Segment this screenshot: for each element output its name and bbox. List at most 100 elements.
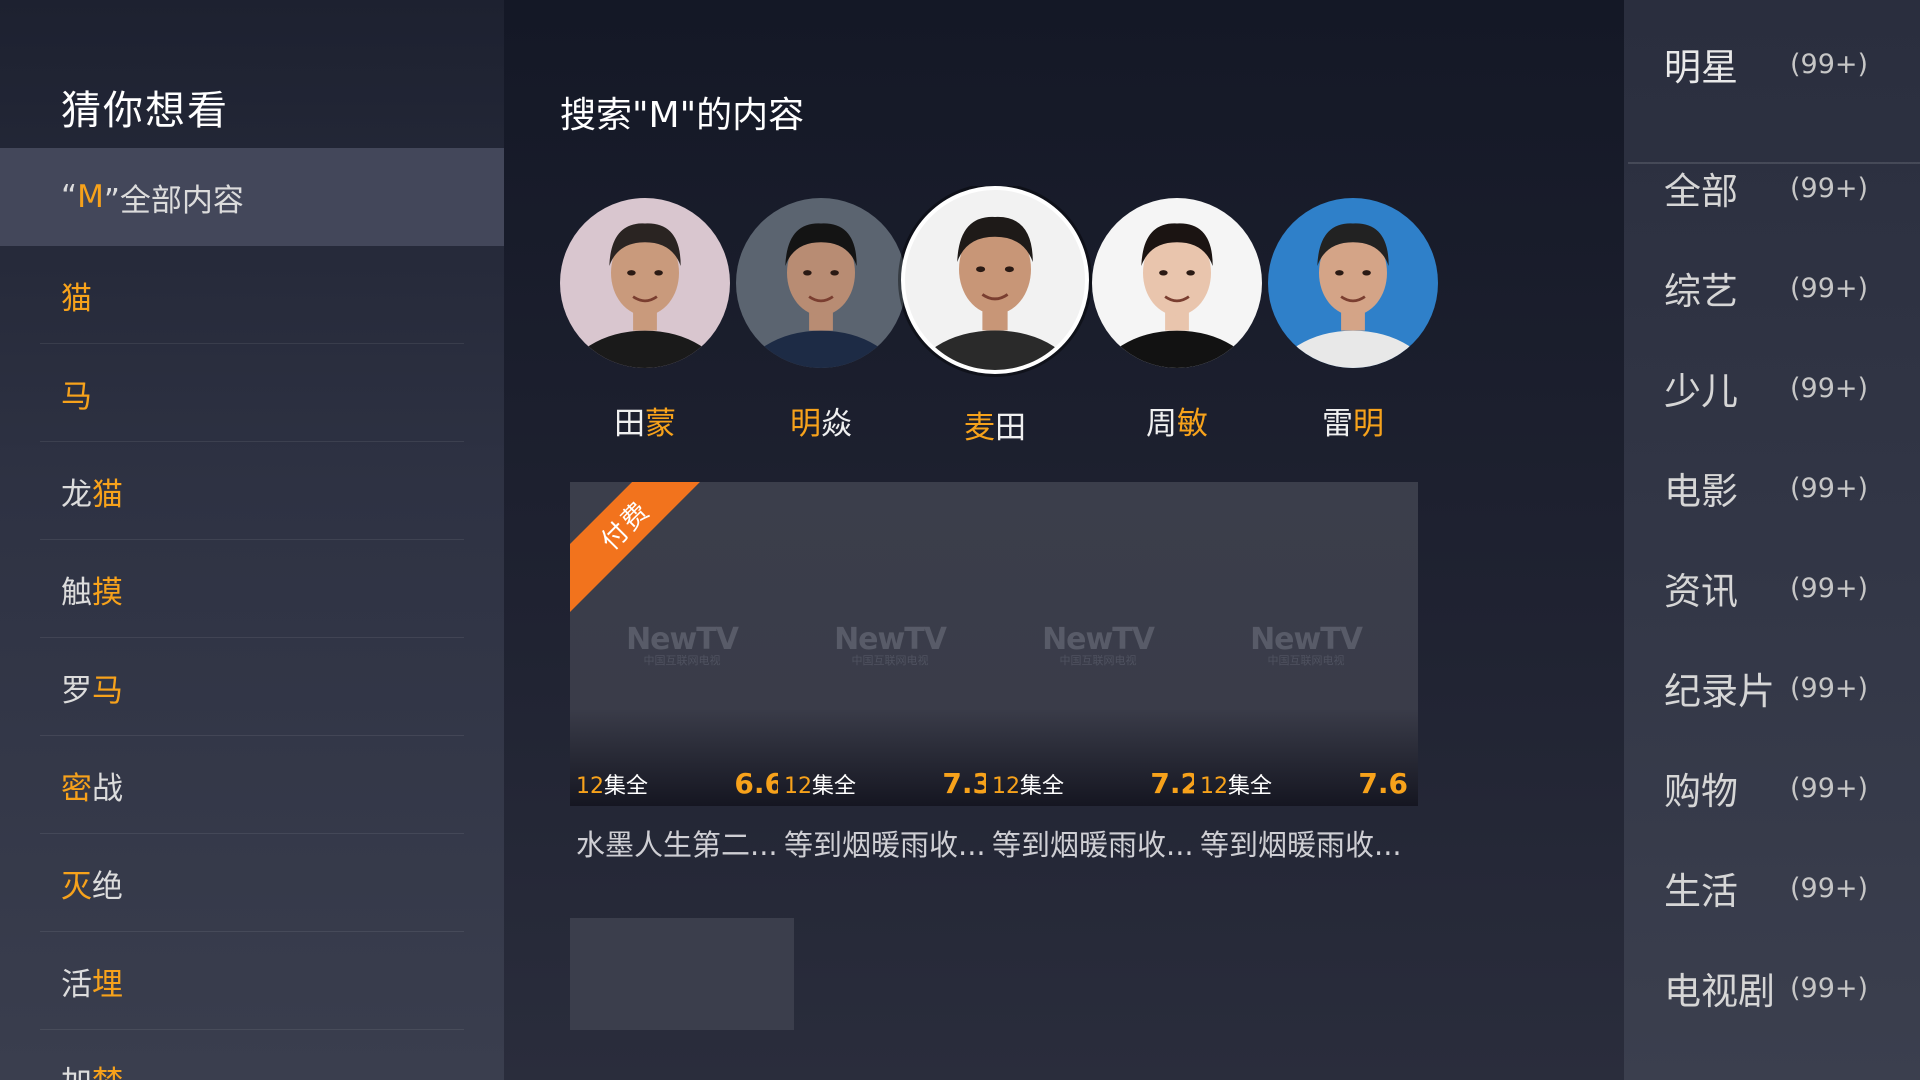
category-item[interactable]: 资讯 (99+) — [1664, 548, 1904, 628]
category-item[interactable]: 明星 (99+) — [1664, 24, 1904, 104]
program-title: 水墨人生第二... — [576, 828, 778, 862]
plain-text: 活 — [61, 966, 92, 1003]
episode-number: 12 — [576, 774, 604, 799]
match-highlight-text: 蒙 — [645, 406, 676, 442]
program-card[interactable]: NewTV 中国互联网电视 付费 12集全 6.6 水墨人生第二... — [570, 482, 794, 864]
category-item[interactable]: 生活 (99+) — [1664, 848, 1904, 928]
program-poster: NewTV 中国互联网电视 12集全 7.2 — [986, 482, 1210, 806]
category-item[interactable]: 电视剧 (99+) — [1664, 948, 1904, 1028]
suggestion-item[interactable]: 触摸 — [0, 540, 504, 638]
category-count: (99+) — [1790, 572, 1869, 604]
plain-text: “ — [61, 179, 78, 215]
rating-score: 7.3 — [942, 767, 992, 800]
suggestion-item[interactable]: “M ”全部内容 — [0, 148, 504, 246]
rating-score: 7.2 — [1150, 767, 1200, 800]
category-label: 少儿 — [1664, 370, 1738, 413]
category-count: (99+) — [1790, 972, 1869, 1004]
newtv-logo-subtitle: 中国互联网电视 — [1267, 654, 1345, 667]
star-row: 田蒙 明焱 麦田 周敏 雷明 — [560, 186, 1550, 456]
match-highlight-text: 梦 — [92, 1057, 123, 1080]
match-highlight-text: 马 — [61, 378, 92, 415]
suggestion-item[interactable]: 罗马 — [0, 638, 504, 736]
match-highlight-text: 明 — [1353, 406, 1384, 442]
category-item[interactable]: 纪录片 (99+) — [1664, 648, 1904, 728]
program-card[interactable]: NewTV 中国互联网电视 12集全 7.3 等到烟暖雨收... — [778, 482, 1002, 864]
category-item[interactable]: 综艺 (99+) — [1664, 248, 1904, 328]
suggestion-item[interactable]: 灭绝 — [0, 834, 504, 932]
plain-text: ”全部内容 — [103, 182, 244, 219]
suggestion-title: 猜你想看 — [61, 88, 229, 134]
paid-ribbon: 付费 — [570, 482, 719, 619]
plain-text: 田 — [995, 410, 1026, 446]
newtv-logo-subtitle: 中国互联网电视 — [851, 654, 929, 667]
star-item[interactable]: 田蒙 — [560, 186, 745, 443]
program-card[interactable]: NewTV 中国互联网电视 12集全 7.6 等到烟暖雨收... — [1194, 482, 1418, 864]
suggestion-item[interactable]: 活埋 — [0, 932, 504, 1030]
category-count: (99+) — [1790, 672, 1869, 704]
plain-text: 田 — [614, 406, 645, 442]
category-label: 综艺 — [1664, 270, 1738, 313]
star-item[interactable]: 麦田 — [895, 186, 1095, 447]
star-avatar — [1092, 198, 1262, 368]
match-highlight-text: 敏 — [1177, 406, 1208, 442]
star-item[interactable]: 雷明 — [1253, 186, 1453, 443]
category-label: 全部 — [1664, 170, 1738, 213]
plain-text: 周 — [1146, 406, 1177, 442]
suggestion-item[interactable]: 加梦 — [0, 1030, 504, 1080]
suggestion-item[interactable]: 马 — [0, 344, 504, 442]
episode-number: 12 — [992, 774, 1020, 799]
match-highlight-text: 埋 — [92, 966, 123, 1003]
category-panel: 明星 (99+) 全部 (99+) 综艺 (99+) 少儿 (99+) 电影 (99+) 资讯 (99… — [1624, 0, 1920, 1080]
category-item[interactable]: 全部 (99+) — [1664, 148, 1904, 228]
episode-label: 集全 — [604, 774, 649, 799]
star-name: 明焱 — [721, 398, 921, 443]
suggestion-item[interactable]: 龙猫 — [0, 442, 504, 540]
category-item[interactable]: 购物 (99+) — [1664, 748, 1904, 828]
star-avatar — [560, 198, 730, 368]
category-item[interactable]: 电影 (99+) — [1664, 448, 1904, 528]
category-label: 资讯 — [1664, 570, 1738, 613]
plain-text: 战 — [92, 770, 123, 807]
plain-text: 加 — [61, 1057, 92, 1080]
match-highlight-text: 摸 — [92, 574, 123, 611]
category-item[interactable]: 少儿 (99+) — [1664, 348, 1904, 428]
match-highlight-text: 猫 — [61, 280, 92, 317]
suggestion-item[interactable]: 密战 — [0, 736, 504, 834]
category-count: (99+) — [1790, 372, 1869, 404]
star-item[interactable]: 明焱 — [721, 186, 921, 443]
star-avatar — [736, 198, 906, 368]
episode-number: 12 — [784, 774, 812, 799]
episode-count: 12集全 — [576, 768, 648, 800]
category-label: 电影 — [1664, 470, 1738, 513]
plain-text: 绝 — [92, 868, 123, 905]
program-card-placeholder[interactable] — [570, 918, 794, 1030]
category-count: (99+) — [1790, 172, 1869, 204]
plain-text: 罗 — [61, 672, 92, 709]
plain-text: 雷 — [1322, 406, 1353, 442]
plain-text: 焱 — [821, 406, 852, 442]
match-highlight-text: 麦 — [964, 410, 995, 446]
star-avatar — [1268, 198, 1438, 368]
match-highlight-text: 马 — [92, 672, 123, 709]
search-results: 搜索"M"的内容 田蒙 明焱 麦田 周敏 雷明 NewTV 中国互联网电视 付费 12集全 6.… — [504, 0, 1624, 1080]
category-count: (99+) — [1790, 48, 1869, 80]
category-count: (99+) — [1790, 772, 1869, 804]
star-name: 田蒙 — [560, 398, 745, 443]
episode-number: 12 — [1200, 774, 1228, 799]
category-count: (99+) — [1790, 872, 1869, 904]
suggestion-item[interactable]: 猫 — [0, 246, 504, 344]
category-label: 购物 — [1664, 770, 1738, 813]
suggestion-list: “M”全部内容猫马龙猫触摸罗马密战灭绝活埋加梦 — [0, 148, 504, 1080]
episode-count: 12集全 — [1200, 768, 1272, 800]
program-poster: NewTV 中国互联网电视 12集全 7.3 — [778, 482, 1002, 806]
category-label: 生活 — [1664, 870, 1738, 913]
star-name: 麦田 — [895, 402, 1095, 447]
rating-score: 6.6 — [734, 767, 784, 800]
star-name: 周敏 — [1077, 398, 1277, 443]
star-item[interactable]: 周敏 — [1077, 186, 1277, 443]
program-title: 等到烟暖雨收... — [1200, 828, 1402, 862]
newtv-logo-subtitle: 中国互联网电视 — [643, 654, 721, 667]
newtv-logo-subtitle: 中国互联网电视 — [1059, 654, 1137, 667]
program-card[interactable]: NewTV 中国互联网电视 12集全 7.2 等到烟暖雨收... — [986, 482, 1210, 864]
match-highlight-text: 灭 — [61, 868, 92, 905]
